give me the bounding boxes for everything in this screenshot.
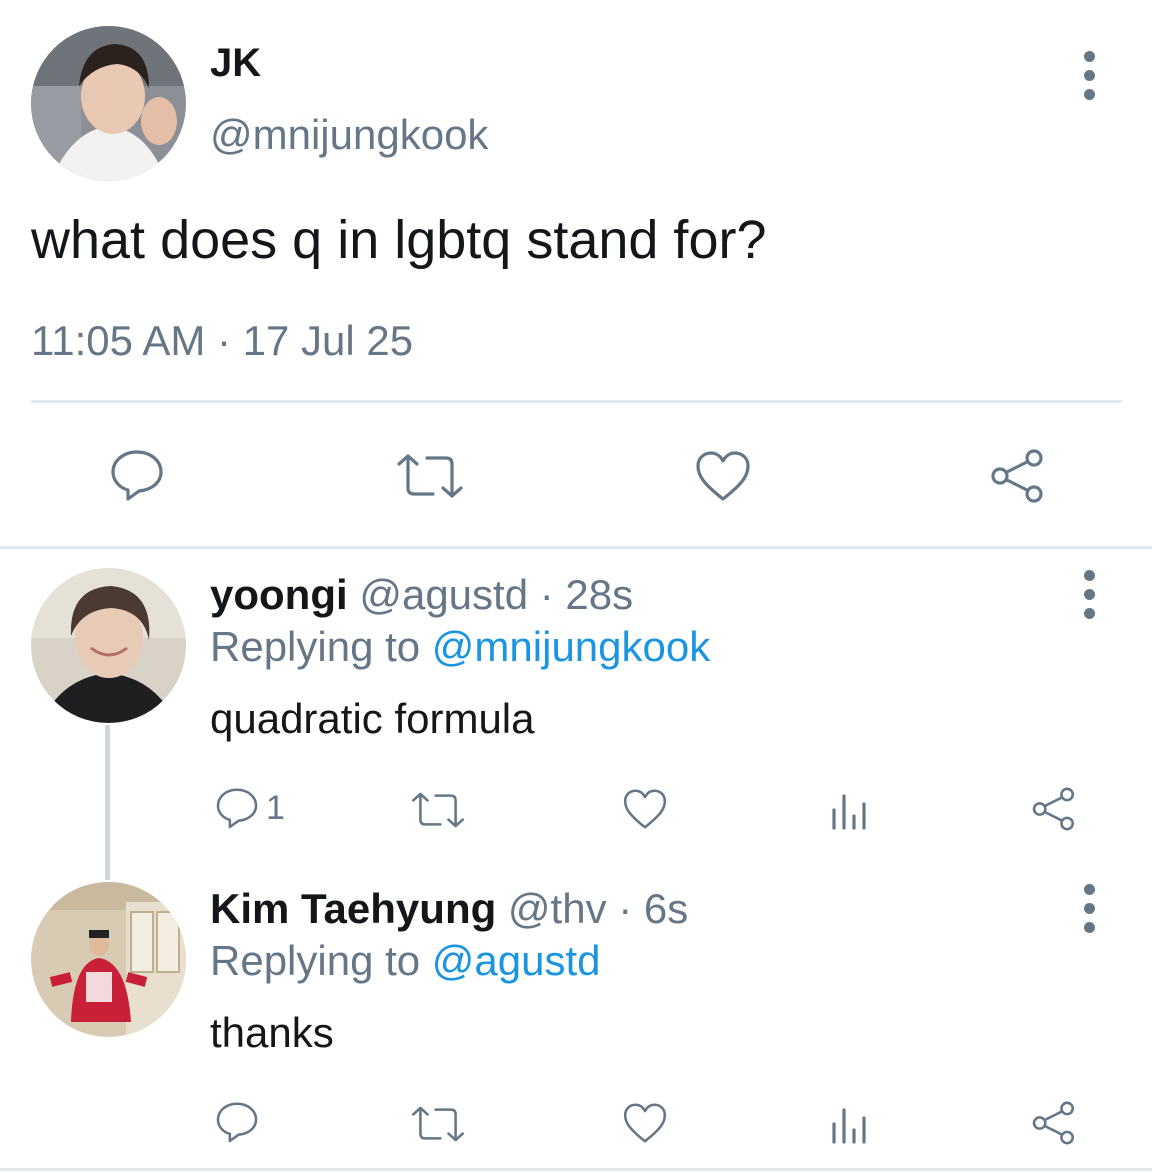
- avatar-taehyung[interactable]: [31, 882, 186, 1037]
- reply-icon[interactable]: [108, 448, 166, 502]
- like-icon[interactable]: [622, 788, 668, 830]
- replying-to-handle[interactable]: @agustd: [432, 937, 601, 984]
- reply-age: · 6s: [618, 885, 689, 932]
- replying-to-label: Replying to: [210, 623, 421, 670]
- reply-header: yoongi @agustd · 28s: [210, 570, 633, 620]
- more-options-icon[interactable]: [1077, 45, 1101, 105]
- retweet-icon[interactable]: [410, 790, 466, 830]
- more-options-icon[interactable]: [1077, 564, 1101, 624]
- reply-text: thanks: [210, 1009, 334, 1056]
- share-icon[interactable]: [1030, 1100, 1080, 1146]
- reply-age: · 28s: [539, 571, 634, 618]
- divider: [31, 400, 1122, 403]
- divider: [0, 546, 1152, 549]
- thread-line: [105, 725, 110, 880]
- tweet-text: what does q in lgbtq stand for?: [31, 210, 767, 270]
- author-name[interactable]: yoongi: [210, 571, 348, 618]
- more-options-icon[interactable]: [1077, 878, 1101, 938]
- like-icon[interactable]: [694, 450, 752, 502]
- reply-header: Kim Taehyung @thv · 6s: [210, 884, 688, 934]
- retweet-icon[interactable]: [410, 1104, 466, 1144]
- replying-to-label: Replying to: [210, 937, 421, 984]
- replying-to-handle[interactable]: @mnijungkook: [432, 623, 710, 670]
- avatar-yoongi[interactable]: [31, 568, 186, 723]
- tweet-timestamp[interactable]: 11:05 AM · 17 Jul 25: [31, 316, 413, 366]
- share-icon[interactable]: [1030, 786, 1080, 832]
- reply-icon[interactable]: [214, 1100, 260, 1144]
- like-icon[interactable]: [622, 1102, 668, 1144]
- author-handle[interactable]: @thv: [508, 885, 607, 932]
- replying-to: Replying to @agustd: [210, 936, 601, 986]
- reply-icon[interactable]: 1: [214, 786, 285, 830]
- analytics-icon[interactable]: [830, 1106, 870, 1144]
- avatar-jk[interactable]: [31, 26, 186, 181]
- reply-text: quadratic formula: [210, 695, 535, 742]
- divider: [0, 1168, 1152, 1171]
- author-name[interactable]: JK: [210, 40, 261, 86]
- author-handle[interactable]: @mnijungkook: [210, 110, 488, 160]
- reply-count: 1: [266, 788, 285, 827]
- replying-to: Replying to @mnijungkook: [210, 622, 710, 672]
- author-handle[interactable]: @agustd: [359, 571, 528, 618]
- share-icon[interactable]: [988, 448, 1050, 504]
- retweet-icon[interactable]: [395, 452, 465, 500]
- analytics-icon[interactable]: [830, 792, 870, 830]
- author-name[interactable]: Kim Taehyung: [210, 885, 496, 932]
